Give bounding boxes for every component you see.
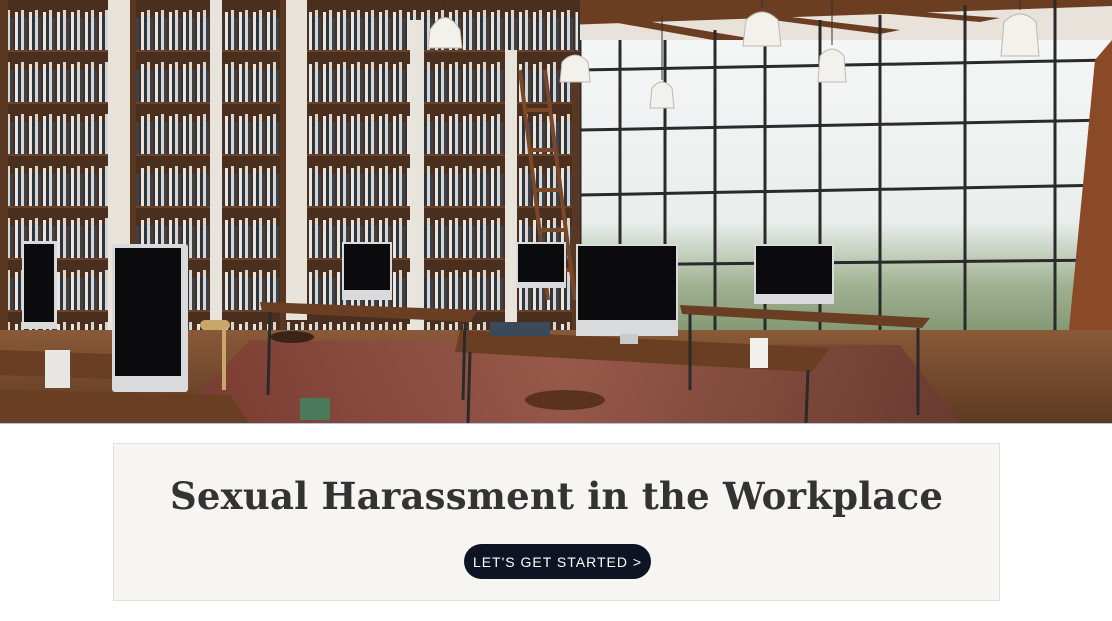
hero-illustration <box>0 0 1112 423</box>
page: Sexual Harassment in the Workplace LET'S… <box>0 0 1112 621</box>
hero-image <box>0 0 1112 424</box>
get-started-button[interactable]: LET'S GET STARTED > <box>464 544 651 579</box>
page-title: Sexual Harassment in the Workplace <box>169 474 944 518</box>
intro-card: Sexual Harassment in the Workplace LET'S… <box>113 443 1000 601</box>
